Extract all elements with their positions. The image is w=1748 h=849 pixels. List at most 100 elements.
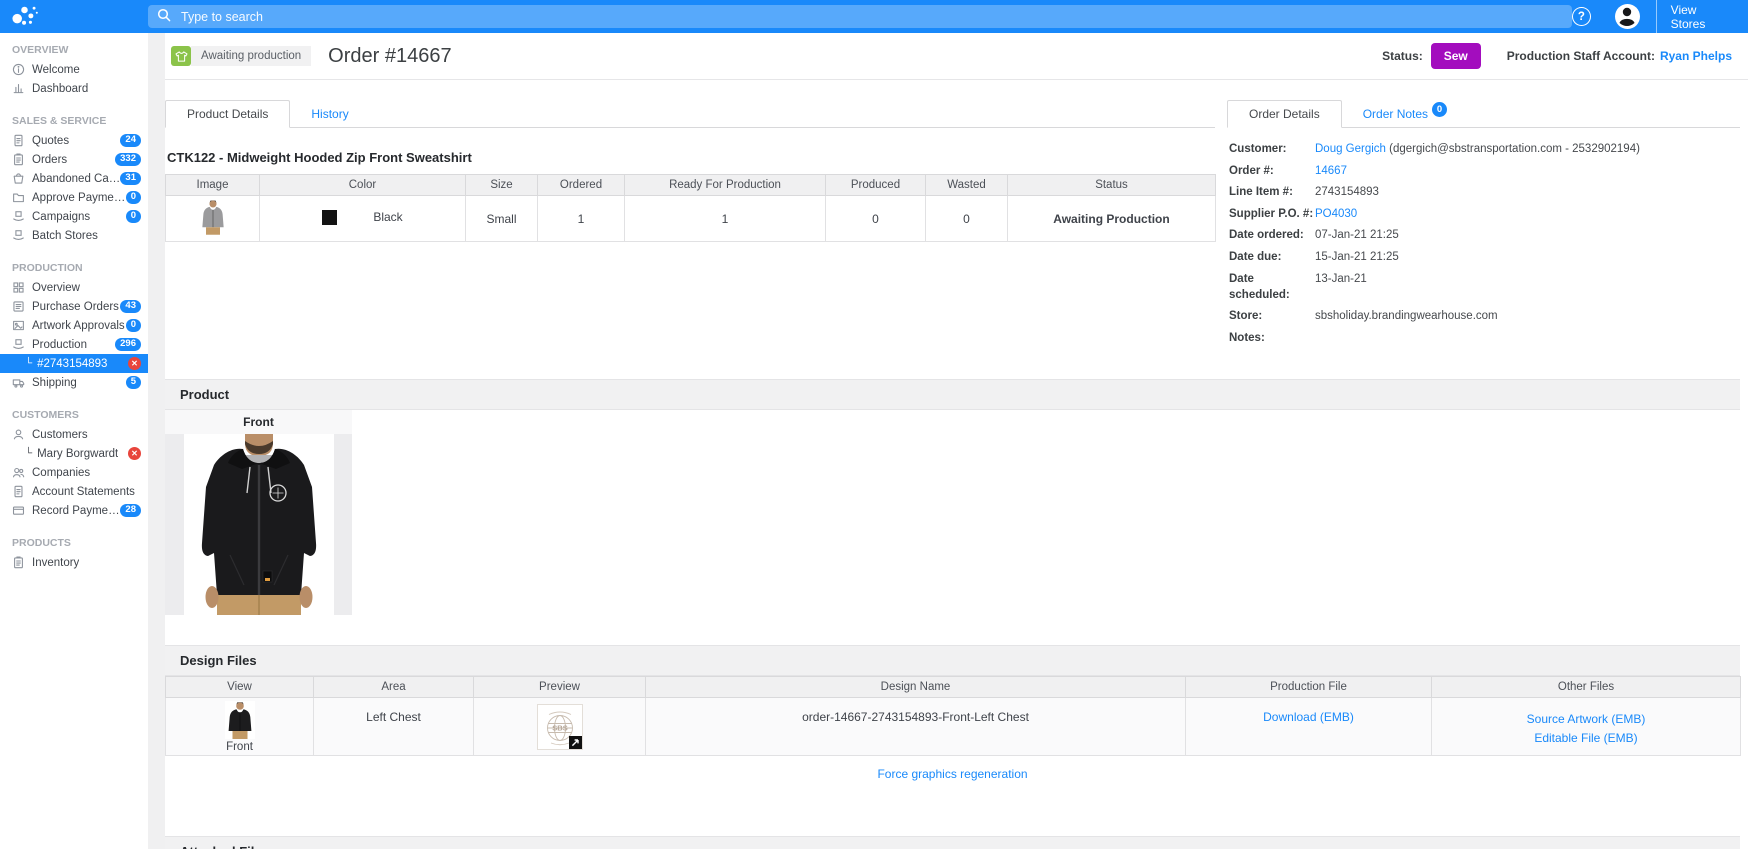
production-file-cell: Download (EMB) (1185, 697, 1432, 757)
count-badge: 31 (120, 171, 141, 186)
line-item-value: 2743154893 (1315, 186, 1379, 199)
customer-link[interactable]: Doug Gergich (1315, 143, 1386, 155)
design-preview-thumbnail[interactable] (536, 703, 583, 750)
design-files-header: Design Files (165, 645, 1740, 677)
sidebar-section-production: PRODUCTION (12, 262, 83, 274)
order-details-fields: Customer: Doug Gergich (dgergich@sbstran… (1227, 128, 1740, 346)
source-artwork-link[interactable]: Source Artwork (EMB) (1436, 710, 1736, 729)
tab-history[interactable]: History (290, 101, 369, 127)
col-image: Image (165, 174, 260, 196)
users-icon (12, 466, 25, 479)
sidebar-item-record-payments[interactable]: Record Payments 28 (0, 501, 148, 520)
document-icon (12, 485, 25, 498)
sidebar-item-account-statements[interactable]: Account Statements (0, 482, 148, 501)
sidebar-item-production[interactable]: Production 296 (0, 335, 148, 354)
notes-count-badge: 0 (1432, 102, 1448, 117)
hand-package-icon (12, 229, 25, 242)
tab-product-details[interactable]: Product Details (165, 100, 291, 128)
attached-files-header: Attached Files (165, 836, 1740, 849)
search-icon (157, 8, 179, 25)
search-bar[interactable] (148, 5, 1572, 28)
order-content: Product Details History CTK122 - Midweig… (165, 100, 1748, 849)
sidebar-item-quotes[interactable]: Quotes 24 (0, 131, 148, 150)
sidebar-item-line-item-2743154893[interactable]: └ #2743154893 ✕ (0, 354, 148, 373)
col-status: Status (1007, 174, 1216, 196)
sidebar-item-mary-borgwardt[interactable]: └ Mary Borgwardt ✕ (0, 444, 148, 463)
sidebar-item-inventory[interactable]: Inventory (0, 553, 148, 572)
sidebar-item-customers[interactable]: Customers (0, 425, 148, 444)
truck-icon (12, 376, 25, 389)
sidebar-item-artwork-approvals[interactable]: Artwork Approvals 0 (0, 316, 148, 335)
date-scheduled-value: 13-Jan-21 (1315, 272, 1367, 285)
order-header: Awaiting production Order #14667 Status:… (165, 33, 1748, 80)
ordered-cell: 1 (537, 195, 625, 242)
sidebar-item-abandoned-carts[interactable]: Abandoned Carts 31 (0, 169, 148, 188)
design-view-thumbnail[interactable] (225, 701, 255, 739)
count-badge: 28 (120, 503, 141, 518)
preview-cell (473, 697, 646, 757)
grid-icon (12, 281, 25, 294)
field-date-scheduled: Date scheduled: 13-Jan-21 (1229, 271, 1740, 303)
wasted-cell: 0 (925, 195, 1008, 242)
sidebar-item-batch-stores[interactable]: Batch Stores (0, 226, 148, 245)
date-ordered-value: 07-Jan-21 21:25 (1315, 229, 1399, 242)
count-badge: 0 (125, 318, 141, 333)
col-color: Color (259, 174, 466, 196)
design-files-table: View Area Preview Design Name Production… (165, 676, 1741, 757)
expand-icon[interactable] (569, 736, 582, 749)
order-details-panel: Order Details Order Notes 0 Customer: Dou… (1227, 100, 1740, 351)
supplier-po-link[interactable]: PO4030 (1315, 208, 1357, 220)
staff-account-link[interactable]: Ryan Phelps (1660, 49, 1732, 63)
content-gutter (148, 33, 165, 849)
order-number-link[interactable]: 14667 (1315, 165, 1347, 177)
folder-icon (12, 191, 25, 204)
top-bar-right: ? View Stores (1571, 0, 1748, 33)
download-emb-link[interactable]: Download (EMB) (1263, 710, 1354, 724)
product-image-cell[interactable] (165, 195, 260, 242)
design-files-header-row: View Area Preview Design Name Production… (165, 676, 1741, 699)
sidebar-item-orders[interactable]: Orders 332 (0, 150, 148, 169)
view-caption: Front (226, 740, 253, 753)
size-cell: Small (465, 195, 538, 242)
col-view: View (165, 676, 314, 699)
hand-package-icon (12, 338, 25, 351)
field-date-due: Date due: 15-Jan-21 21:25 (1229, 249, 1740, 265)
sidebar-section-products: PRODUCTS (12, 537, 71, 549)
sidebar-item-companies[interactable]: Companies (0, 463, 148, 482)
design-files-section: Design Files View Area Preview Design Na… (165, 645, 1741, 781)
sidebar-item-approve-payments[interactable]: Approve Payments 0 (0, 188, 148, 207)
sidebar-item-shipping[interactable]: Shipping 5 (0, 373, 148, 392)
view-front-label: Front (165, 410, 352, 435)
sidebar-item-purchase-orders[interactable]: Purchase Orders 43 (0, 297, 148, 316)
bar-chart-icon (12, 82, 25, 95)
status-label: Status: (1382, 49, 1423, 63)
editable-file-link[interactable]: Editable File (EMB) (1436, 729, 1736, 748)
product-front-image[interactable] (183, 434, 334, 616)
sidebar-section-overview: OVERVIEW (12, 44, 69, 56)
customer-contact: (dgergich@sbstransportation.com - 253290… (1385, 143, 1640, 155)
search-input[interactable] (179, 8, 1563, 25)
sidebar-item-overview[interactable]: Overview (0, 278, 148, 297)
sidebar-section-sales-service: SALES & SERVICE (12, 115, 107, 127)
field-order-number: Order #: 14667 (1229, 164, 1347, 177)
product-thumbnail (199, 199, 227, 235)
sidebar-item-welcome[interactable]: Welcome (0, 60, 148, 79)
status-cell: Awaiting Production (1007, 195, 1216, 242)
app-logo[interactable] (0, 2, 148, 31)
view-stores-button[interactable]: View Stores (1655, 0, 1748, 33)
col-wasted: Wasted (925, 174, 1008, 196)
tab-order-details[interactable]: Order Details (1227, 100, 1342, 128)
help-icon[interactable]: ? (1571, 7, 1591, 26)
file-text-icon (12, 300, 25, 313)
sidebar: OVERVIEW Welcome Dashboard SALES & SERVI… (0, 33, 148, 849)
status-button[interactable]: Sew (1430, 43, 1481, 69)
sidebar-item-dashboard[interactable]: Dashboard (0, 79, 148, 98)
user-avatar[interactable] (1614, 4, 1640, 29)
force-graphics-regeneration-link[interactable]: Force graphics regeneration (877, 767, 1027, 781)
count-badge: 5 (125, 375, 141, 390)
count-badge: 0 (125, 209, 141, 224)
tab-order-notes[interactable]: Order Notes 0 (1342, 101, 1468, 127)
field-supplier-po: Supplier P.O. #: PO4030 (1229, 207, 1358, 220)
clipboard-icon (12, 153, 25, 166)
sidebar-item-campaigns[interactable]: Campaigns 0 (0, 207, 148, 226)
